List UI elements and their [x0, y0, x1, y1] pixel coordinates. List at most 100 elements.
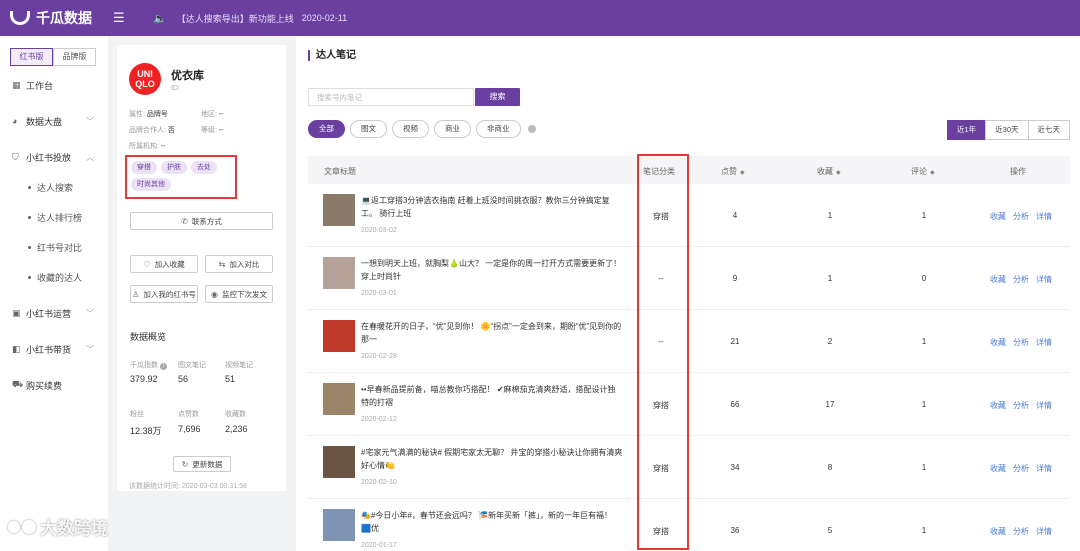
filter-image-text[interactable]: 图文	[350, 120, 387, 138]
analyze-link[interactable]: 分析	[1013, 274, 1029, 285]
sidebar-item-label: 小红书运营	[26, 308, 72, 319]
sidebar-item-purchase-renew[interactable]: ⛟ 购买续费	[0, 374, 108, 396]
period-1-year[interactable]: 近1年	[946, 120, 987, 140]
note-thumbnail[interactable]	[323, 194, 355, 226]
tag[interactable]: 穿搭	[131, 161, 157, 174]
tag[interactable]: 时尚其他	[131, 178, 171, 191]
detail-link[interactable]: 详情	[1036, 400, 1052, 411]
menu-toggle-icon[interactable]: ☰	[113, 10, 139, 26]
note-comments: 0	[921, 274, 927, 283]
note-comments: 1	[921, 211, 927, 220]
favorite-link[interactable]: 收藏	[990, 274, 1006, 285]
filter-non-commercial[interactable]: 非商业	[476, 120, 521, 138]
favorite-link[interactable]: 收藏	[990, 211, 1006, 222]
sidebar-subitem-creator-search[interactable]: 达人搜索	[0, 176, 108, 198]
stat-value-video-notes: 51	[225, 374, 236, 384]
analyze-link[interactable]: 分析	[1013, 400, 1029, 411]
tab-red-book-version[interactable]: 红书版	[10, 48, 53, 66]
tag[interactable]: 去处	[191, 161, 217, 174]
col-likes[interactable]: 点赞 ◆	[721, 166, 745, 177]
attr-org: 所属机构: --	[129, 143, 166, 150]
note-title[interactable]: 一想到明天上班，就胸梨🍐山大？ 一定是你的周一打开方式需要更新了！穿上时尚针	[361, 257, 623, 283]
tab-brand-version[interactable]: 品牌版	[53, 48, 96, 66]
update-data-button[interactable]: ↻ 更新数据	[173, 456, 231, 472]
filter-commercial[interactable]: 商业	[434, 120, 471, 138]
note-title[interactable]: 🎭#今日小年#，春节还会远吗？ 🎏新年买新「裤」，新的一年巨有福！ 🟦优	[361, 509, 623, 535]
filter-all[interactable]: 全部	[308, 120, 345, 138]
shopping-bag-icon: ◧	[12, 343, 21, 354]
analyze-link[interactable]: 分析	[1013, 337, 1029, 348]
sidebar-item-data-dashboard[interactable]: ◕ 数据大盘 ﹀	[0, 110, 108, 132]
note-date: 2020-01-17	[361, 542, 397, 549]
add-compare-button[interactable]: ⇆ 加入对比	[205, 255, 273, 273]
monitor-next-post-button[interactable]: ◉ 监控下次发文	[205, 285, 273, 303]
note-date: 2020-03-01	[361, 290, 397, 297]
table-row[interactable]: 一想到明天上班，就胸梨🍐山大？ 一定是你的周一打开方式需要更新了！穿上时尚针 20…	[308, 247, 1070, 310]
note-thumbnail[interactable]	[323, 383, 355, 415]
table-row[interactable]: 在春暖花开的日子，“优”见到你！ 🌼“拐点”一定会到来，期盼“优”见到你的那一 2…	[308, 310, 1070, 373]
detail-link[interactable]: 详情	[1036, 274, 1052, 285]
detail-link[interactable]: 详情	[1036, 463, 1052, 474]
filter-video[interactable]: 视频	[392, 120, 429, 138]
note-category: 穿搭	[653, 464, 669, 473]
brand-attributes: 属性: 品牌号 地区: -- 品牌合作人: 否 等级: --	[129, 109, 286, 135]
note-favorites: 1	[827, 274, 833, 283]
monitor-icon: ◉	[211, 289, 218, 299]
table-row[interactable]: ••早春新品提前备，喵总教你巧搭配！ ✔麻棉茄克清爽舒适，搭配设计独特的打褶 20…	[308, 373, 1070, 436]
sidebar-item-red-book-operations[interactable]: ▣ 小红书运营 ﹀	[0, 302, 108, 324]
detail-link[interactable]: 详情	[1036, 526, 1052, 537]
sidebar-item-workbench[interactable]: ▦ 工作台	[0, 74, 108, 96]
analyze-link[interactable]: 分析	[1013, 211, 1029, 222]
detail-link[interactable]: 详情	[1036, 337, 1052, 348]
add-my-account-button[interactable]: ♙ 加入我的红书号	[130, 285, 198, 303]
chevron-down-icon: ﹀	[86, 116, 94, 126]
note-likes: 4	[732, 211, 738, 220]
logo-mark-icon	[10, 11, 30, 25]
analyze-link[interactable]: 分析	[1013, 463, 1029, 474]
favorite-link[interactable]: 收藏	[990, 337, 1006, 348]
table-row[interactable]: #宅家元气满满的秘诀# 假期宅家太无聊？ 井宝的穿搭小秘诀让你拥有清爽好心情🍋 2…	[308, 436, 1070, 499]
note-thumbnail[interactable]	[323, 257, 355, 289]
note-date: 2020-02-28	[361, 353, 397, 360]
sidebar-subitem-creator-ranking[interactable]: 达人排行榜	[0, 206, 108, 228]
table-row[interactable]: 🎭#今日小年#，春节还会远吗？ 🎏新年买新「裤」，新的一年巨有福！ 🟦优 2020…	[308, 499, 1070, 551]
note-title[interactable]: #宅家元气满满的秘诀# 假期宅家太无聊？ 井宝的穿搭小秘诀让你拥有清爽好心情🍋	[361, 446, 623, 472]
favorite-link[interactable]: 收藏	[990, 463, 1006, 474]
sidebar-item-red-book-sales[interactable]: ◧ 小红书带货 ﹀	[0, 338, 108, 360]
note-thumbnail[interactable]	[323, 320, 355, 352]
help-icon[interactable]	[527, 125, 536, 133]
sort-icon: ◆	[740, 170, 745, 176]
attr-type: 属性: 品牌号	[129, 111, 168, 118]
note-category: --	[658, 274, 664, 283]
note-favorites: 17	[825, 400, 835, 409]
note-title[interactable]: 💻返工穿搭3分钟选衣指南 赶着上班没时间挑衣服？教你三分钟搞定复工。 骑行上班	[361, 194, 623, 220]
period-30-days[interactable]: 近30天	[985, 120, 1029, 140]
stat-label-likes: 点赞数	[178, 411, 199, 418]
favorite-link[interactable]: 收藏	[990, 526, 1006, 537]
info-icon[interactable]: i	[160, 363, 167, 370]
note-category: 穿搭	[653, 401, 669, 410]
detail-link[interactable]: 详情	[1036, 211, 1052, 222]
sidebar-subitem-favorite-creators[interactable]: 收藏的达人	[0, 266, 108, 288]
stat-value-image-notes: 56	[178, 374, 189, 384]
tag[interactable]: 护肤	[161, 161, 187, 174]
search-input[interactable]	[308, 88, 474, 106]
col-favorites[interactable]: 收藏 ◆	[817, 166, 841, 177]
search-button[interactable]: 搜索	[475, 88, 520, 106]
note-thumbnail[interactable]	[323, 446, 355, 478]
note-thumbnail[interactable]	[323, 509, 355, 541]
add-favorite-button[interactable]: ♡ 加入收藏	[130, 255, 198, 273]
col-comments[interactable]: 评论 ◆	[911, 166, 935, 177]
sidebar-item-red-book-placement[interactable]: ⛉ 小红书投放 ︿	[0, 146, 108, 168]
favorite-link[interactable]: 收藏	[990, 400, 1006, 411]
table-row[interactable]: 💻返工穿搭3分钟选衣指南 赶着上班没时间挑衣服？教你三分钟搞定复工。 骑行上班 2…	[308, 184, 1070, 247]
analyze-link[interactable]: 分析	[1013, 526, 1029, 537]
note-title[interactable]: ••早春新品提前备，喵总教你巧搭配！ ✔麻棉茄克清爽舒适，搭配设计独特的打褶	[361, 383, 623, 409]
app-logo[interactable]: 千瓜数据	[10, 8, 105, 28]
notice-text[interactable]: 【达人搜索导出】新功能上线	[177, 12, 294, 25]
chevron-down-icon: ﹀	[86, 344, 94, 354]
note-title[interactable]: 在春暖花开的日子，“优”见到你！ 🌼“拐点”一定会到来，期盼“优”见到你的那一	[361, 320, 623, 346]
period-7-days[interactable]: 近七天	[1027, 120, 1070, 140]
sidebar-subitem-account-compare[interactable]: 红书号对比	[0, 236, 108, 258]
contact-button[interactable]: ✆ 联系方式	[130, 212, 273, 230]
